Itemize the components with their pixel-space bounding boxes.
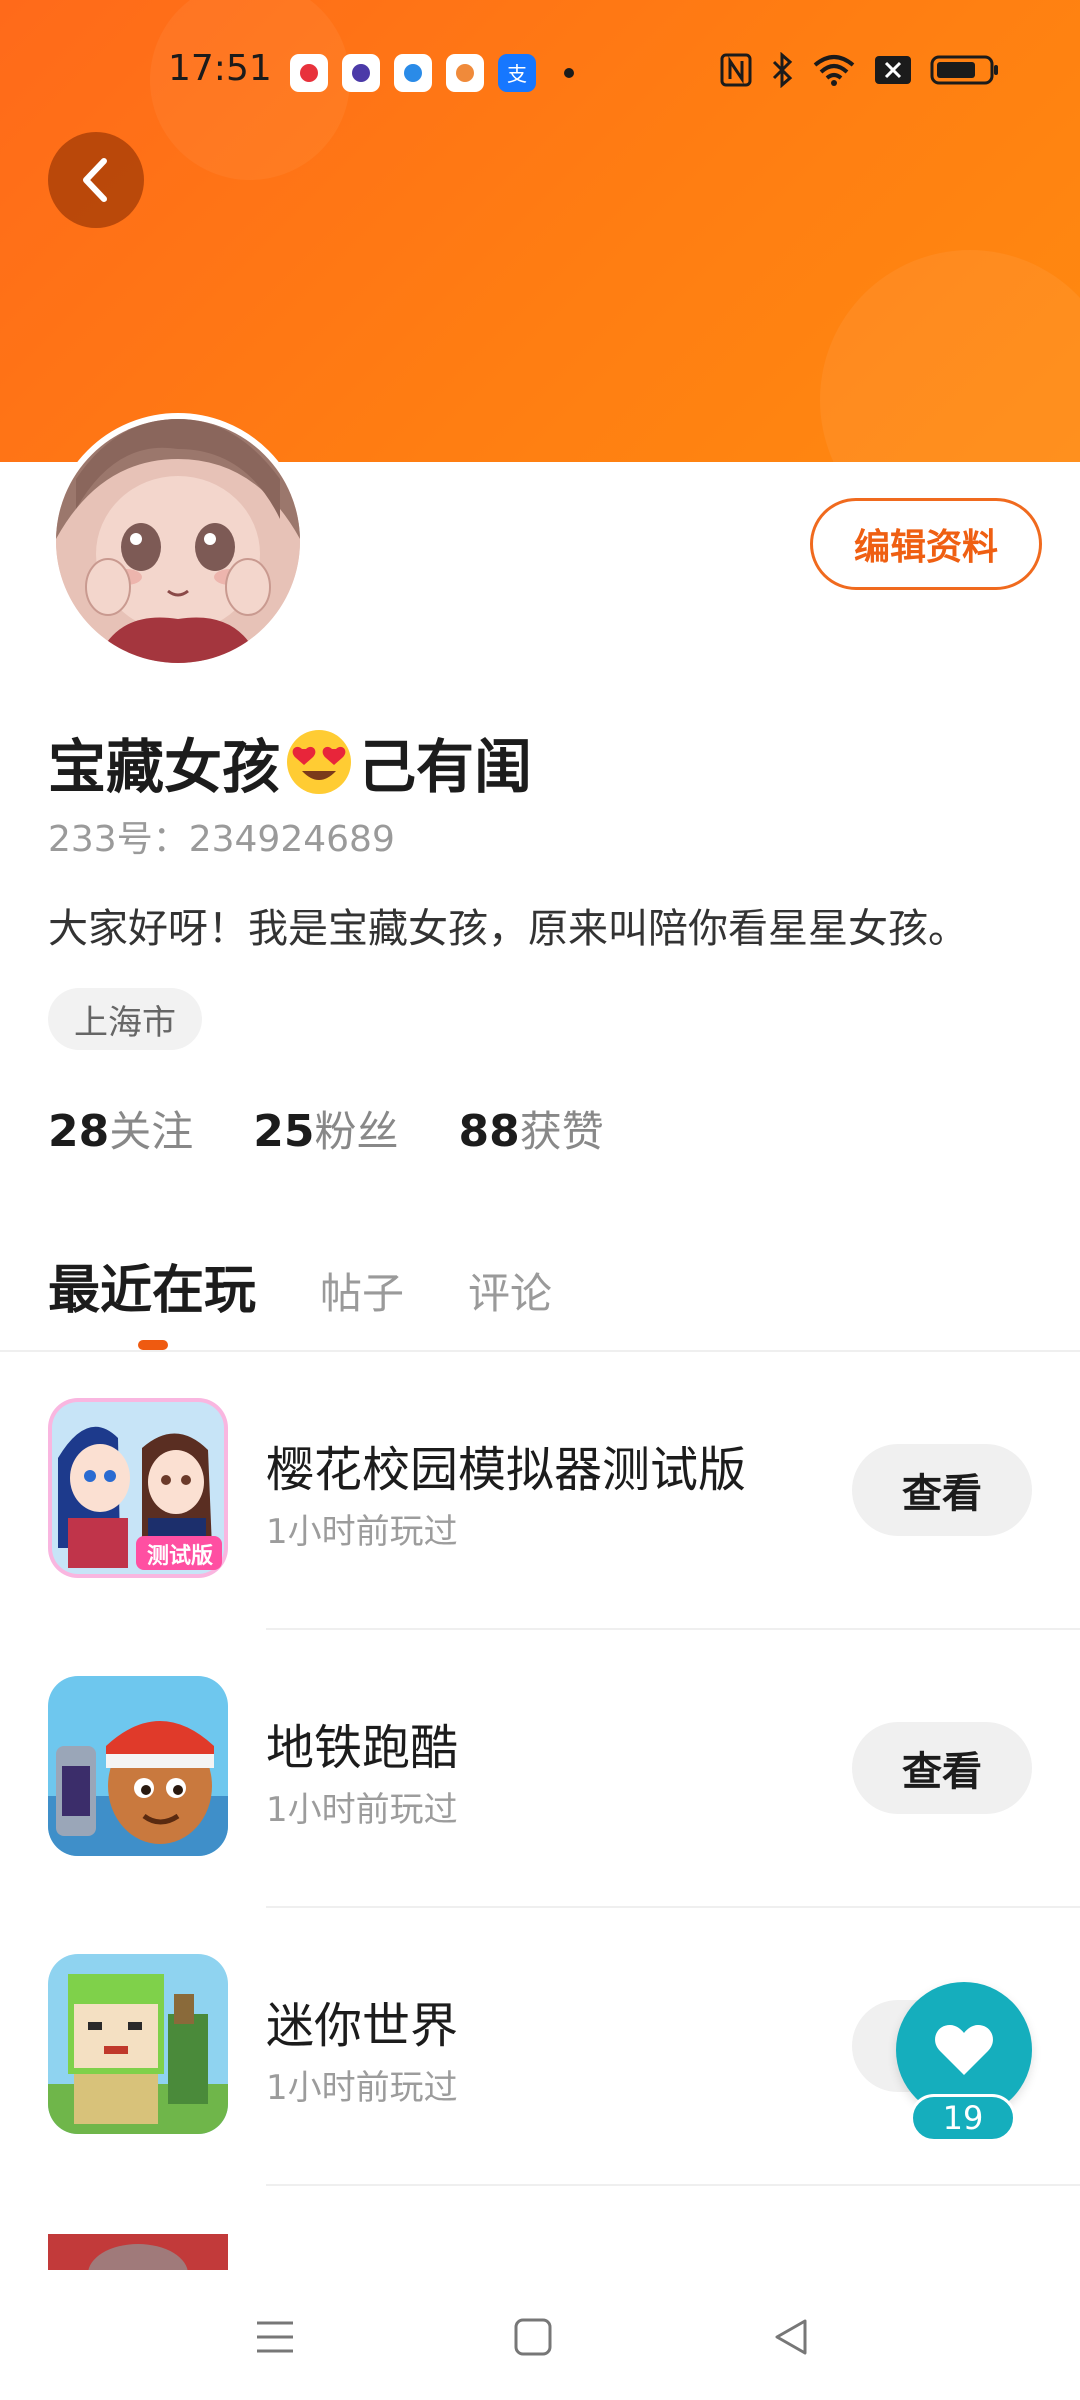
back-nav-button[interactable] [756,2302,826,2372]
browser-icon [342,54,380,92]
edit-profile-button[interactable]: 编辑资料 [810,498,1042,590]
list-item[interactable]: 测试版 樱花校园模拟器测试版 1小时前玩过 查看 [0,1352,1080,1630]
stat-likes[interactable]: 88 获赞 [459,1098,604,1159]
notification-icons: 支 [290,54,574,92]
view-game-button[interactable]: 查看 [852,1444,1032,1536]
game-last-played: 1小时前玩过 [266,1512,458,1552]
stat-label: 获赞 [519,1107,604,1156]
svg-text:支: 支 [507,62,527,86]
profile-tabs: 最近在玩 帖子 评论 [48,1248,552,1323]
game-title: 迷你世界 [266,1998,459,2054]
more-notifications-dot-icon [564,68,574,78]
profile-page: 17:51 支 编辑资料 宝藏女孩 己有闺 233号：234924689 大家好… [0,0,1080,2400]
back-button[interactable] [48,132,144,228]
avatar[interactable] [50,413,306,669]
nickname-text-end: 己有闺 [358,733,533,801]
tab-recently-played[interactable]: 最近在玩 [48,1248,256,1323]
status-bar: 17:51 支 [0,40,1080,102]
game-last-played: 1小时前玩过 [266,2068,458,2108]
stat-followers[interactable]: 25 粉丝 [253,1098,398,1159]
profile-stats: 28 关注 25 粉丝 88 获赞 [48,1098,604,1159]
tab-comments[interactable]: 评论 [468,1260,552,1321]
like-count-badge: 19 [910,2094,1016,2142]
back-triangle-icon [775,2319,807,2355]
system-nav-bar [0,2272,1080,2400]
partial-game-icon [48,2234,228,2270]
menu-button[interactable] [240,2302,310,2372]
wifi-icon [813,55,855,86]
nickname-text-start: 宝藏女孩 [48,733,281,801]
bio: 大家好呀！我是宝藏女孩，原来叫陪你看星星女孩。 [48,906,968,952]
status-time: 17:51 [168,48,272,89]
subway-surfers-game-icon [48,1676,228,1856]
nickname: 宝藏女孩 己有闺 [48,720,532,804]
heart-icon [935,2025,993,2075]
view-game-button[interactable]: 查看 [852,1722,1032,1814]
menu-icon [257,2321,293,2353]
video-app-icon [290,54,328,92]
message-app-icon [394,54,432,92]
stat-label: 粉丝 [314,1107,399,1156]
sim-off-icon [875,56,911,84]
game-last-played: 1小时前玩过 [266,1790,458,1830]
list-item[interactable]: 地铁跑酷 1小时前玩过 查看 [0,1630,1080,1908]
game-icon-badge: 测试版 [146,1544,213,1569]
home-square-icon [514,2318,552,2356]
home-button[interactable] [498,2302,568,2372]
active-tab-indicator [138,1340,168,1350]
chevron-left-icon [83,158,107,202]
heart-eyes-emoji-icon [287,730,352,794]
battery-icon [930,55,998,85]
tab-posts[interactable]: 帖子 [320,1260,404,1321]
stat-value: 88 [458,1106,520,1157]
game-title: 地铁跑酷 [266,1720,459,1776]
alipay-icon: 支 [498,54,536,92]
row-divider [266,2184,1080,2186]
bluetooth-icon [772,52,793,88]
nfc-icon [720,53,752,87]
user-id: 233号：234924689 [48,819,395,860]
sakura-school-game-icon: 测试版 [48,1398,228,1578]
mini-world-game-icon [48,1954,228,2134]
system-icons [720,52,1000,88]
location-tag: 上海市 [48,988,202,1050]
stat-label: 关注 [109,1107,194,1156]
stat-value: 28 [48,1106,110,1157]
game-app-icon [446,54,484,92]
game-title: 樱花校园模拟器测试版 [266,1442,747,1498]
stat-following[interactable]: 28 关注 [48,1098,193,1159]
stat-value: 25 [253,1106,315,1157]
